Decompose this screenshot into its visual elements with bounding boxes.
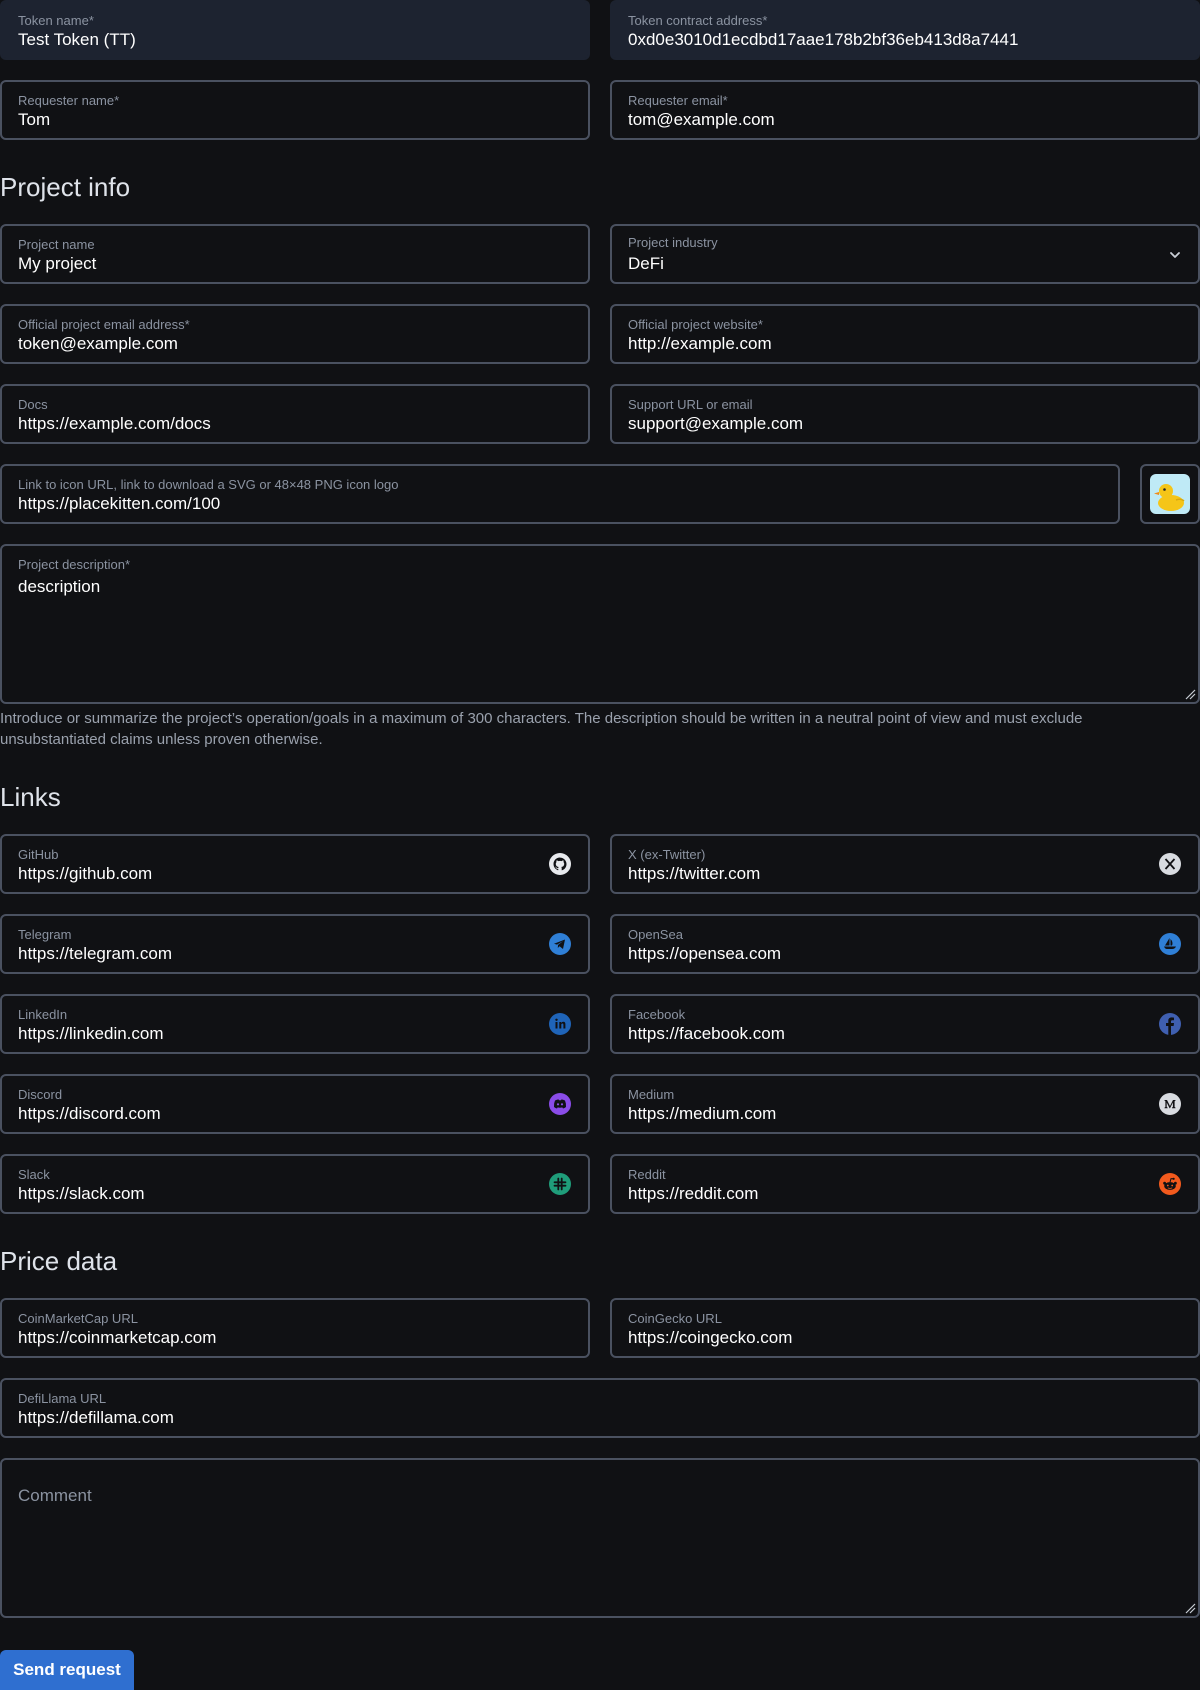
support-field[interactable]: Support URL or email support@example.com [610, 384, 1200, 444]
reddit-icon [1159, 1173, 1181, 1195]
docs-label: Docs [18, 397, 48, 412]
discord-label: Discord [18, 1087, 63, 1102]
reddit-field[interactable]: Reddit https://reddit.com [610, 1154, 1200, 1214]
project-industry-value[interactable]: DeFi [628, 253, 1138, 275]
requester-name-value[interactable]: Tom [18, 109, 528, 131]
icon-url-field[interactable]: Link to icon URL, link to download a SVG… [0, 464, 1120, 524]
twitter-value[interactable]: https://twitter.com [628, 863, 1138, 885]
project-description-label: Project description* [18, 557, 130, 572]
discord-field[interactable]: Discord https://discord.com [0, 1074, 590, 1134]
linkedin-field[interactable]: LinkedIn https://linkedin.com [0, 994, 590, 1054]
project-info-heading: Project info [0, 172, 131, 202]
github-value[interactable]: https://github.com [18, 863, 528, 885]
defillama-label: DefiLlama URL [18, 1391, 107, 1406]
project-description-field[interactable]: Project description* description [0, 544, 1200, 704]
support-label: Support URL or email [628, 397, 753, 412]
coingecko-field[interactable]: CoinGecko URL https://coingecko.com [610, 1298, 1200, 1358]
project-website-field[interactable]: Official project website* http://example… [610, 304, 1200, 364]
project-email-field[interactable]: Official project email address* token@ex… [0, 304, 590, 364]
comment-field[interactable]: Comment [0, 1458, 1200, 1618]
description-hint: Introduce or summarize the project’s ope… [0, 710, 1083, 748]
medium-label: Medium [628, 1087, 675, 1102]
facebook-label: Facebook [628, 1007, 686, 1022]
token-address-field: Token contract address* 0xd0e3010d1ecdbd… [610, 0, 1200, 60]
opensea-icon [1159, 933, 1181, 955]
project-name-field[interactable]: Project name My project [0, 224, 590, 284]
comment-placeholder: Comment [18, 1486, 92, 1505]
project-website-label: Official project website* [628, 317, 763, 332]
icon-preview [1140, 464, 1200, 524]
coingecko-label: CoinGecko URL [628, 1311, 722, 1326]
project-name-label: Project name [18, 237, 95, 252]
slack-field[interactable]: Slack https://slack.com [0, 1154, 590, 1214]
coinmarketcap-label: CoinMarketCap URL [18, 1311, 138, 1326]
project-email-value[interactable]: token@example.com [18, 333, 528, 355]
project-industry-select[interactable]: Project industry DeFi [610, 224, 1200, 284]
coinmarketcap-value[interactable]: https://coinmarketcap.com [18, 1327, 528, 1349]
icon-url-label: Link to icon URL, link to download a SVG… [18, 477, 399, 492]
telegram-label: Telegram [18, 927, 72, 942]
project-name-value[interactable]: My project [18, 253, 528, 275]
twitter-field[interactable]: X (ex-Twitter) https://twitter.com [610, 834, 1200, 894]
token-name-field: Token name* Test Token (TT) [0, 0, 590, 60]
token-address-label: Token contract address* [628, 13, 768, 28]
medium-field[interactable]: Medium https://medium.com [610, 1074, 1200, 1134]
github-label: GitHub [18, 847, 59, 862]
medium-icon [1159, 1093, 1181, 1115]
twitter-label: X (ex-Twitter) [628, 847, 706, 862]
linkedin-icon [549, 1013, 571, 1035]
reddit-label: Reddit [628, 1167, 666, 1182]
links-heading: Links [0, 782, 61, 812]
opensea-field[interactable]: OpenSea https://opensea.com [610, 914, 1200, 974]
defillama-value[interactable]: https://defillama.com [18, 1407, 1138, 1429]
docs-field[interactable]: Docs https://example.com/docs [0, 384, 590, 444]
telegram-icon [549, 933, 571, 955]
icon-url-value[interactable]: https://placekitten.com/100 [18, 493, 1058, 515]
opensea-label: OpenSea [628, 927, 683, 942]
reddit-value[interactable]: https://reddit.com [628, 1183, 1138, 1205]
requester-email-value[interactable]: tom@example.com [628, 109, 1138, 131]
medium-value[interactable]: https://medium.com [628, 1103, 1138, 1125]
send-request-button[interactable]: Send request [0, 1650, 134, 1690]
requester-email-field[interactable]: Requester email* tom@example.com [610, 80, 1200, 140]
telegram-field[interactable]: Telegram https://telegram.com [0, 914, 590, 974]
x-icon [1159, 853, 1181, 875]
resize-handle-icon[interactable] [1184, 1602, 1196, 1614]
requester-name-label: Requester name* [18, 93, 120, 108]
price-data-heading: Price data [0, 1246, 118, 1276]
project-industry-label: Project industry [628, 235, 718, 250]
requester-name-field[interactable]: Requester name* Tom [0, 80, 590, 140]
linkedin-label: LinkedIn [18, 1007, 68, 1022]
support-value[interactable]: support@example.com [628, 413, 1138, 435]
docs-value[interactable]: https://example.com/docs [18, 413, 528, 435]
coingecko-value[interactable]: https://coingecko.com [628, 1327, 1138, 1349]
project-website-value[interactable]: http://example.com [628, 333, 1138, 355]
github-icon [549, 853, 571, 875]
discord-icon [549, 1093, 571, 1115]
linkedin-value[interactable]: https://linkedin.com [18, 1023, 528, 1045]
slack-label: Slack [18, 1167, 50, 1182]
duck-icon [1150, 474, 1190, 514]
project-description-value[interactable]: description [18, 576, 1138, 598]
slack-icon [549, 1173, 571, 1195]
project-email-label: Official project email address* [18, 317, 190, 332]
facebook-icon [1159, 1013, 1181, 1035]
opensea-value[interactable]: https://opensea.com [628, 943, 1138, 965]
coinmarketcap-field[interactable]: CoinMarketCap URL https://coinmarketcap.… [0, 1298, 590, 1358]
github-field[interactable]: GitHub https://github.com [0, 834, 590, 894]
chevron-down-icon[interactable] [1168, 248, 1182, 262]
facebook-value[interactable]: https://facebook.com [628, 1023, 1138, 1045]
token-name-value: Test Token (TT) [18, 30, 136, 49]
token-address-value: 0xd0e3010d1ecdbd17aae178b2bf36eb413d8a74… [628, 30, 1019, 49]
telegram-value[interactable]: https://telegram.com [18, 943, 528, 965]
resize-handle-icon[interactable] [1184, 688, 1196, 700]
facebook-field[interactable]: Facebook https://facebook.com [610, 994, 1200, 1054]
discord-value[interactable]: https://discord.com [18, 1103, 528, 1125]
token-name-label: Token name* [18, 13, 94, 28]
slack-value[interactable]: https://slack.com [18, 1183, 528, 1205]
requester-email-label: Requester email* [628, 93, 728, 108]
defillama-field[interactable]: DefiLlama URL https://defillama.com [0, 1378, 1200, 1438]
